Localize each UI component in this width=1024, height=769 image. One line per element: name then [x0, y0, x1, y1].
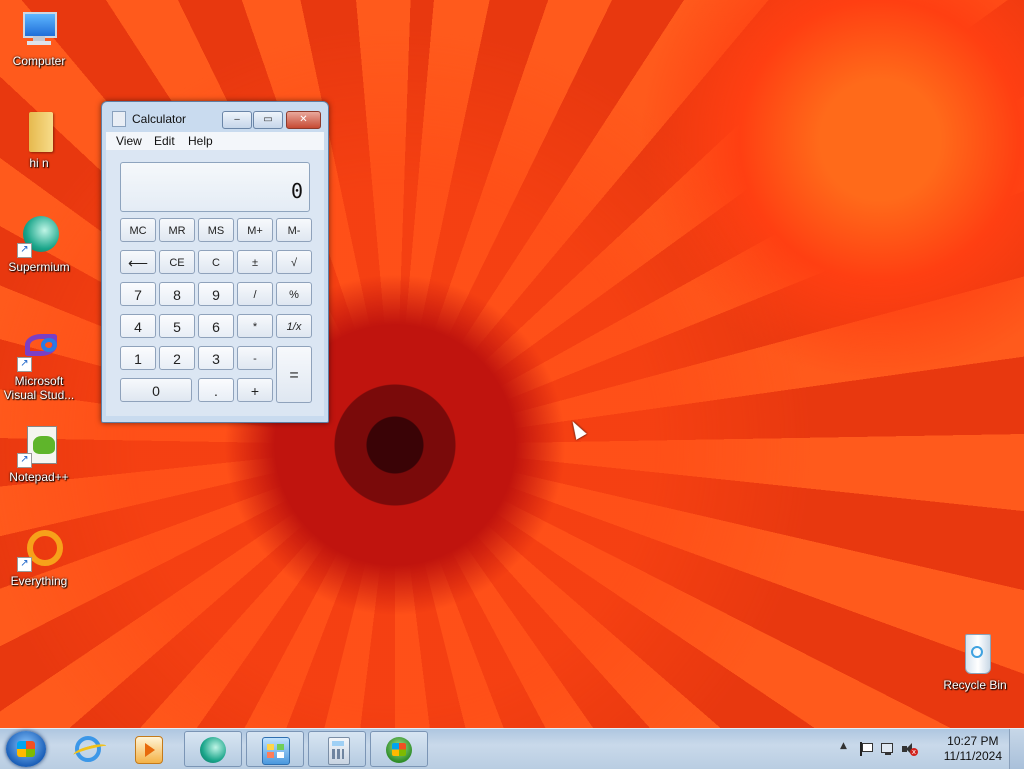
show-hidden-icons-chevron-icon[interactable]: ▲	[840, 741, 847, 755]
equals-button[interactable]: =	[276, 346, 312, 403]
show-desktop-button[interactable]	[1009, 729, 1024, 769]
shortcut-arrow-icon: ↗	[17, 243, 32, 258]
menu-help[interactable]: Help	[188, 134, 213, 148]
desktop-icon-recycle-bin[interactable]: Recycle Bin	[938, 632, 1012, 692]
digit-1-button[interactable]: 1	[120, 346, 156, 370]
desktop-icon-label: Microsoft Visual Stud...	[3, 374, 75, 402]
supermium-icon	[200, 737, 226, 763]
calculator-body: 0 MC MR MS M+ M- ⟵ CE C ± √ 7 8 9 / % 4 …	[106, 150, 324, 416]
desktop-icon-visual-studio[interactable]: ↗ Microsoft Visual Stud...	[2, 328, 76, 402]
shortcut-arrow-icon: ↗	[17, 453, 32, 468]
maximize-button[interactable]: ▭	[253, 111, 283, 129]
computer-icon	[17, 8, 61, 52]
notepad-plus-plus-icon: ↗	[17, 424, 61, 468]
m-minus-button[interactable]: M-	[276, 218, 312, 242]
calculator-window[interactable]: Calculator ‒ ▭ ✕ View Edit Help 0 MC MR …	[101, 101, 329, 423]
close-button[interactable]: ✕	[286, 111, 321, 129]
taskbar: ▲ x 10:27 PM 11/11/2024	[0, 728, 1024, 769]
divide-button[interactable]: /	[237, 282, 273, 306]
desktop-icon-label: Recycle Bin	[943, 678, 1007, 692]
digit-9-button[interactable]: 9	[198, 282, 234, 306]
start-button[interactable]	[6, 731, 46, 767]
calculator-icon	[328, 737, 350, 765]
multiply-button[interactable]: *	[237, 314, 273, 338]
shortcut-arrow-icon: ↗	[17, 357, 32, 372]
everything-icon: ↗	[17, 528, 63, 572]
windows-start-icon	[17, 741, 35, 757]
mc-button[interactable]: MC	[120, 218, 156, 242]
recycle-bin-icon	[953, 632, 997, 676]
calculator-display: 0	[120, 162, 310, 212]
action-center-flag-icon[interactable]	[858, 742, 873, 756]
internet-explorer-icon	[72, 736, 108, 762]
sqrt-button[interactable]: √	[276, 250, 312, 274]
desktop-icon-label: Supermium	[8, 260, 70, 274]
windows-app-icon	[386, 737, 412, 763]
percent-button[interactable]: %	[276, 282, 312, 306]
digit-5-button[interactable]: 5	[159, 314, 195, 338]
window-title: Calculator	[132, 112, 187, 126]
taskbar-windows-app[interactable]	[370, 731, 428, 767]
c-button[interactable]: C	[198, 250, 234, 274]
desktop-icon-notepad-plus-plus[interactable]: ↗ Notepad++	[2, 424, 76, 484]
media-player-icon	[135, 736, 163, 764]
digit-4-button[interactable]: 4	[120, 314, 156, 338]
taskbar-internet-explorer[interactable]	[60, 731, 118, 767]
taskbar-clock[interactable]: 10:27 PM 11/11/2024	[944, 734, 1002, 764]
clock-date: 11/11/2024	[943, 749, 1002, 763]
ms-button[interactable]: MS	[198, 218, 234, 242]
digit-7-button[interactable]: 7	[120, 282, 156, 306]
network-icon[interactable]	[880, 742, 894, 756]
ce-button[interactable]: CE	[159, 250, 195, 274]
reciprocal-button[interactable]: 1/x	[276, 314, 312, 338]
shortcut-arrow-icon: ↗	[17, 557, 32, 572]
m-plus-button[interactable]: M+	[237, 218, 273, 242]
minimize-button[interactable]: ‒	[222, 111, 252, 129]
backspace-button[interactable]: ⟵	[120, 250, 156, 274]
mouse-cursor-icon	[567, 418, 587, 440]
plus-button[interactable]: +	[237, 378, 273, 402]
taskbar-calculator[interactable]	[308, 731, 366, 767]
decimal-button[interactable]: .	[198, 378, 234, 402]
volume-muted-icon[interactable]: x	[902, 742, 918, 756]
supermium-icon: ↗	[17, 214, 61, 258]
desktop-icon-supermium[interactable]: ↗ Supermium	[2, 214, 76, 274]
calculator-titlebar[interactable]: Calculator ‒ ▭ ✕	[102, 102, 328, 132]
menu-edit[interactable]: Edit	[154, 134, 175, 148]
digit-0-button[interactable]: 0	[120, 378, 192, 402]
desktop-icon-everything[interactable]: ↗ Everything	[2, 528, 76, 588]
visual-studio-icon: ↗	[17, 328, 61, 372]
display-value: 0	[290, 179, 303, 203]
desktop-icon-label: hi n	[29, 156, 49, 170]
digit-3-button[interactable]: 3	[198, 346, 234, 370]
plus-minus-button[interactable]: ±	[237, 250, 273, 274]
mr-button[interactable]: MR	[159, 218, 195, 242]
control-panel-icon	[262, 737, 290, 765]
taskbar-media-player[interactable]	[120, 731, 178, 767]
desktop-icon-computer[interactable]: Computer	[2, 8, 76, 68]
digit-6-button[interactable]: 6	[198, 314, 234, 338]
folder-icon	[17, 110, 61, 154]
calculator-icon	[112, 111, 126, 127]
desktop-icon-label: Computer	[12, 54, 66, 68]
clock-time: 10:27 PM	[947, 734, 999, 748]
digit-2-button[interactable]: 2	[159, 346, 195, 370]
taskbar-control-panel[interactable]	[246, 731, 304, 767]
desktop-icon-label: Everything	[10, 574, 68, 588]
digit-8-button[interactable]: 8	[159, 282, 195, 306]
menu-view[interactable]: View	[116, 134, 142, 148]
desktop-icon-label: Notepad++	[9, 470, 69, 484]
system-tray: ▲ x 10:27 PM 11/11/2024	[834, 729, 1024, 769]
desktop-icon-folder[interactable]: hi n	[2, 110, 76, 170]
menu-bar: View Edit Help	[106, 132, 324, 150]
minus-button[interactable]: -	[237, 346, 273, 370]
taskbar-supermium[interactable]	[184, 731, 242, 767]
